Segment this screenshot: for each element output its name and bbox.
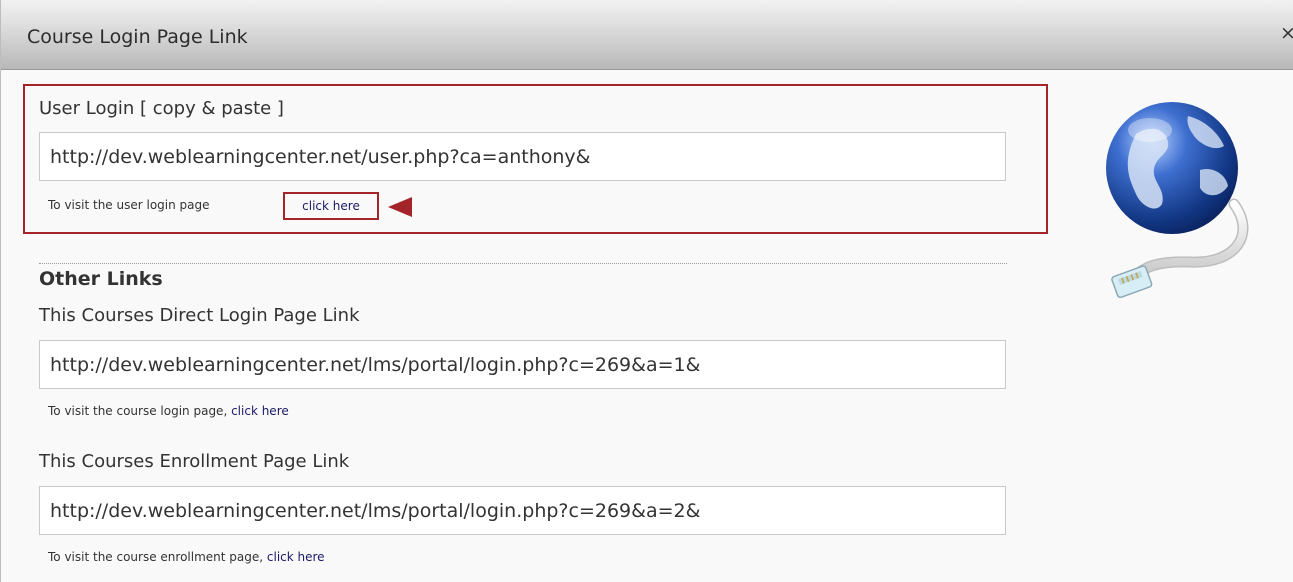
close-icon[interactable]: × [1280,22,1293,44]
user-login-label: User Login [ copy & paste ] [39,98,284,119]
user-login-click-here-link[interactable]: click here [283,192,379,220]
direct-login-label: This Courses Direct Login Page Link [39,305,360,326]
section-divider [39,263,1007,264]
course-login-dialog: Course Login Page Link × User Login [ co… [0,0,1293,582]
user-login-hint: To visit the user login page [48,198,210,212]
direct-login-url-field[interactable] [39,340,1006,389]
user-login-url-field[interactable] [39,132,1006,181]
enrollment-hint-text: To visit the course enrollment page, [48,550,267,564]
direct-login-click-here-link[interactable]: click here [231,404,289,418]
direct-login-hint: To visit the course login page, click he… [48,404,289,418]
annotation-arrow-icon [388,197,560,217]
enrollment-click-here-link[interactable]: click here [267,550,325,564]
globe-network-icon [1096,94,1256,304]
enrollment-hint: To visit the course enrollment page, cli… [48,550,325,564]
other-links-heading: Other Links [39,268,163,290]
dialog-titlebar: Course Login Page Link × [1,0,1293,70]
dialog-title: Course Login Page Link [27,26,248,48]
direct-login-hint-text: To visit the course login page, [48,404,232,418]
user-login-hint-text: To visit the user login page [48,198,210,212]
enrollment-label: This Courses Enrollment Page Link [39,451,350,472]
enrollment-url-field[interactable] [39,486,1006,535]
